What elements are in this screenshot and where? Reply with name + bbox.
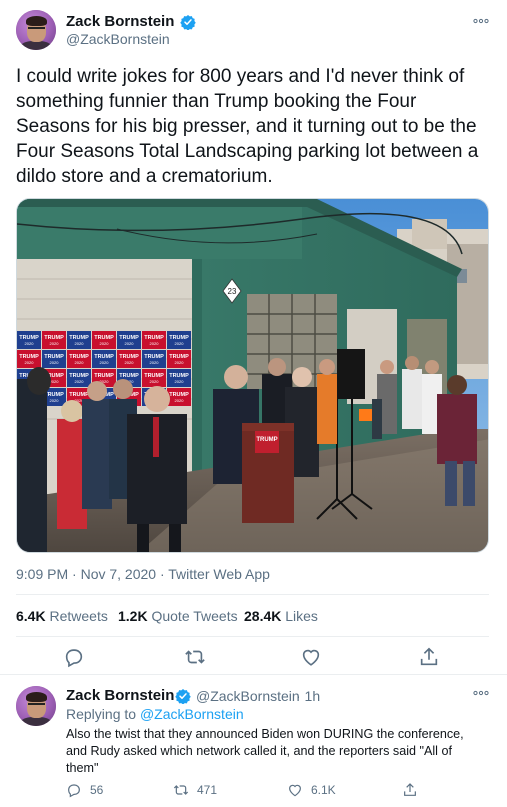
- quote-tweets-count: 1.2K: [118, 608, 148, 624]
- retweets-label: Retweets: [49, 608, 108, 624]
- campaign-sign-year: 2020: [50, 398, 60, 403]
- author-avatar[interactable]: [16, 10, 56, 50]
- author-handle[interactable]: @ZackBornstein: [66, 31, 170, 47]
- campaign-sign-year: 2020: [125, 341, 135, 346]
- verified-icon: [180, 15, 196, 30]
- campaign-sign-year: 2020: [175, 379, 185, 384]
- tweet-text: I could write jokes for 800 years and I'…: [16, 66, 479, 187]
- like-count: 6.1K: [311, 783, 336, 797]
- share-icon[interactable]: [418, 646, 440, 668]
- reply-text-line: them": [66, 761, 99, 775]
- press-conference-image: 23 TRUMP2020TRUMP2020TRUMP2020TRUMP2020T…: [17, 199, 488, 552]
- tweet-photo[interactable]: 23 TRUMP 2020 TRUMP 2020 TRUMP 2020 TRUMP 2020 T…: [16, 198, 489, 553]
- retweets-stat[interactable]: 6.4K Retweets: [16, 608, 108, 624]
- replying-to: Replying to @ZackBornstein: [66, 706, 244, 722]
- campaign-sign-year: 2020: [125, 360, 135, 365]
- quote-tweets-label: Quote Tweets: [151, 608, 238, 624]
- retweet-count: 471: [197, 783, 218, 797]
- more-icon[interactable]: [473, 686, 489, 700]
- campaign-sign-year: 2020: [100, 360, 110, 365]
- campaign-sign-year: 2020: [150, 379, 160, 384]
- reply-icon: [68, 784, 80, 798]
- campaign-sign-year: 2020: [50, 341, 60, 346]
- reply-icon[interactable]: [63, 646, 85, 668]
- author-name[interactable]: Zack Bornstein: [66, 13, 174, 30]
- campaign-sign-year: 2020: [50, 379, 60, 384]
- address-number: 23: [228, 287, 237, 296]
- reply-count: 56: [90, 783, 104, 797]
- reply-text-line: Also the twist that they announced Biden…: [66, 727, 464, 741]
- reply-retweet-button[interactable]: 471: [173, 782, 217, 798]
- campaign-sign-year: 2020: [175, 341, 185, 346]
- podium-sign: TRUMP: [256, 437, 277, 443]
- campaign-sign-year: 2020: [75, 360, 85, 365]
- heart-icon[interactable]: [300, 646, 322, 668]
- replying-to-link[interactable]: @ZackBornstein: [140, 706, 244, 722]
- reply-time[interactable]: · 1h: [296, 688, 320, 704]
- reply-text-line: and Rudy asked which network called it, …: [66, 744, 452, 758]
- campaign-sign-year: 2020: [175, 360, 185, 365]
- campaign-sign-year: 2020: [75, 379, 85, 384]
- share-icon: [404, 783, 416, 796]
- reply-share-button[interactable]: [402, 782, 426, 798]
- campaign-sign-year: 2020: [25, 341, 35, 346]
- replying-to-prefix: Replying to: [66, 706, 137, 722]
- likes-count: 28.4K: [244, 608, 282, 624]
- divider: [16, 594, 489, 595]
- retweet-icon: [173, 785, 189, 795]
- campaign-sign-year: 2020: [50, 360, 60, 365]
- retweets-count: 6.4K: [16, 608, 46, 624]
- campaign-sign-year: 2020: [175, 398, 185, 403]
- reply-author-avatar[interactable]: [16, 686, 56, 726]
- reply-author-name[interactable]: Zack Bornstein: [66, 687, 174, 704]
- campaign-sign-year: 2020: [100, 341, 110, 346]
- divider: [16, 636, 489, 637]
- verified-icon: [175, 689, 191, 704]
- retweet-icon[interactable]: [184, 646, 206, 668]
- reply-reply-button[interactable]: 56: [66, 782, 103, 798]
- quote-tweets-stat[interactable]: 1.2K Quote Tweets: [118, 608, 238, 624]
- main-tweet: Zack Bornstein @ZackBornstein I could wr…: [0, 0, 507, 675]
- likes-stat[interactable]: 28.4K Likes: [244, 608, 318, 624]
- reply-like-button[interactable]: 6.1K: [287, 782, 336, 798]
- likes-label: Likes: [285, 608, 318, 624]
- reply-author-handle[interactable]: @ZackBornstein: [196, 688, 300, 704]
- campaign-sign-year: 2020: [75, 341, 85, 346]
- reply-tweet[interactable]: Zack Bornstein @ZackBornstein · 1h Reply…: [0, 676, 507, 807]
- more-icon[interactable]: [473, 14, 489, 28]
- campaign-sign-year: 2020: [150, 360, 160, 365]
- tweet-timestamp[interactable]: 9:09 PM · Nov 7, 2020 · Twitter Web App: [16, 566, 270, 582]
- heart-icon: [289, 784, 301, 797]
- campaign-sign-year: 2020: [150, 341, 160, 346]
- campaign-sign-year: 2020: [25, 360, 35, 365]
